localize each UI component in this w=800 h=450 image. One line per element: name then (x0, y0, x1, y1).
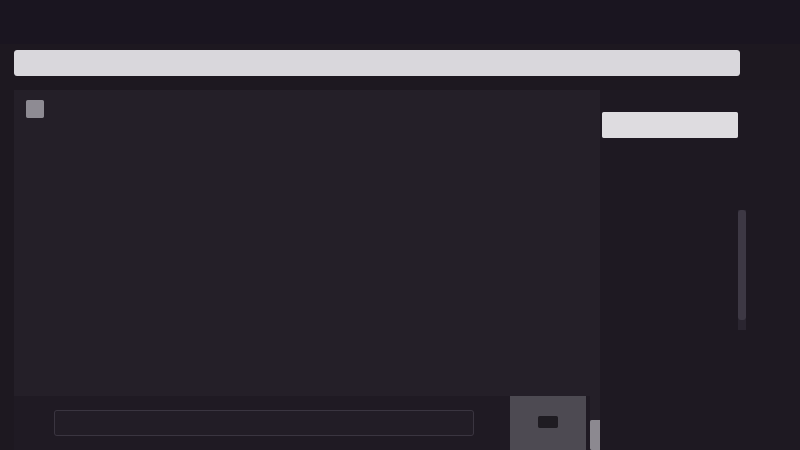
send-button[interactable] (510, 396, 586, 450)
message-input[interactable] (54, 410, 474, 436)
sidebar-scrollbar[interactable] (738, 210, 746, 330)
app-icon (26, 100, 44, 118)
scrollbar-thumb[interactable] (738, 210, 746, 320)
address-bar[interactable] (14, 50, 740, 76)
window-top-bar (0, 0, 800, 44)
send-icon (538, 416, 558, 428)
bottom-toolbar (14, 396, 590, 450)
sidebar-card[interactable] (602, 112, 738, 138)
sidebar (600, 90, 800, 450)
